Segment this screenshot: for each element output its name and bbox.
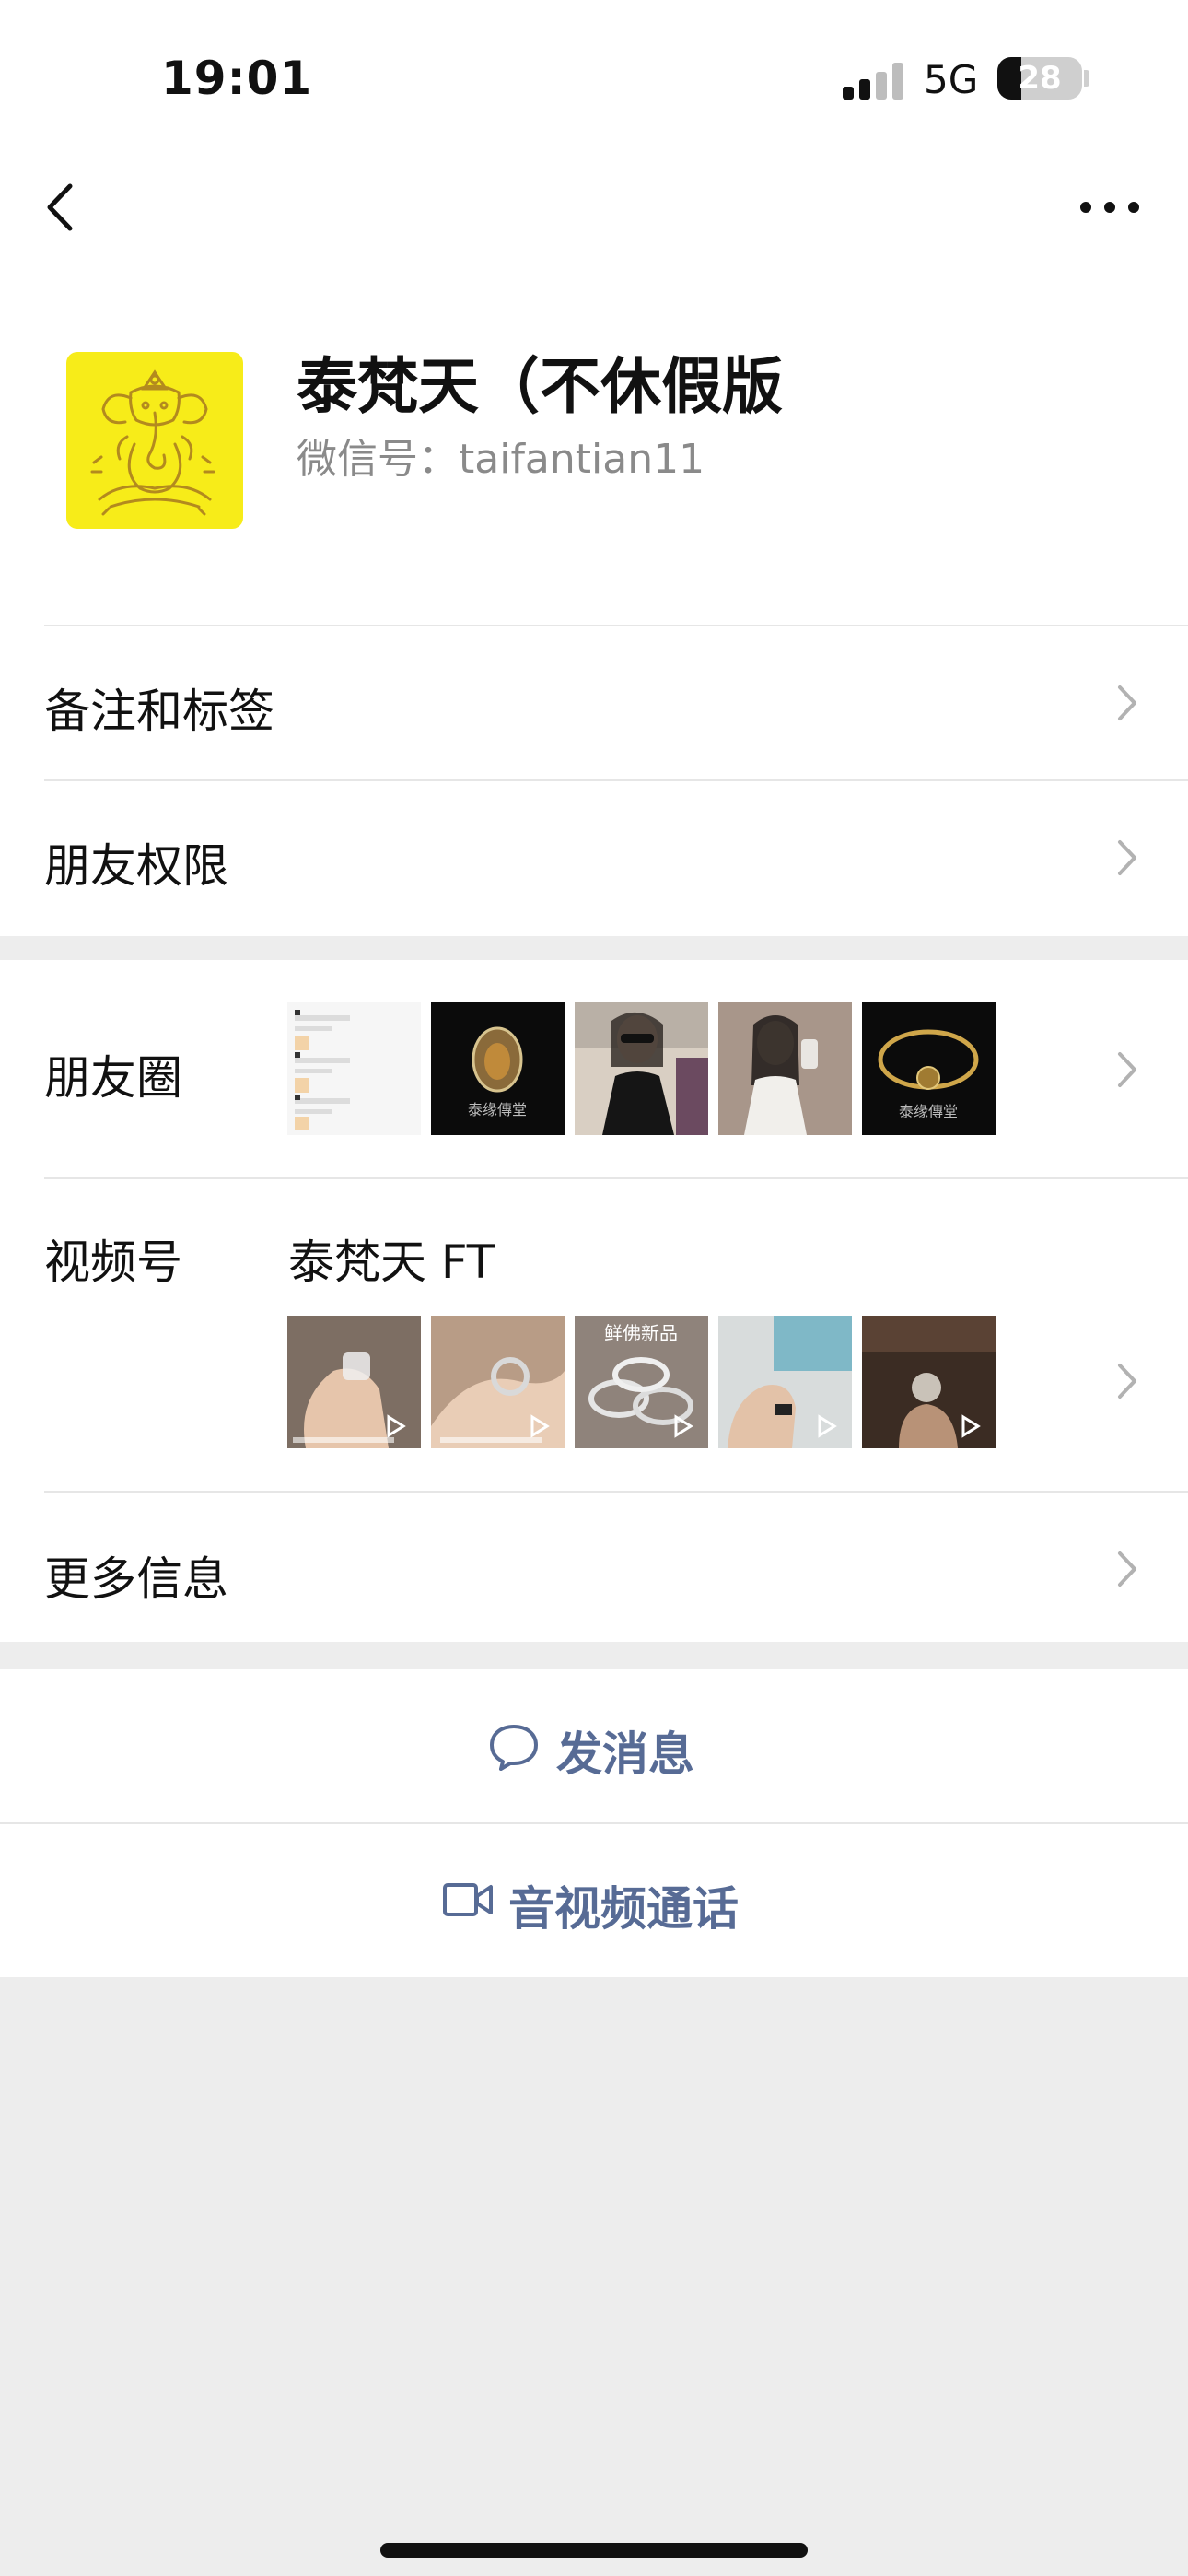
- status-time: 19:01: [161, 52, 313, 105]
- chat-bubble-icon: [490, 1725, 538, 1771]
- channels-thumb[interactable]: [862, 1316, 996, 1448]
- moments-thumb-photo[interactable]: [575, 1002, 708, 1135]
- moments-thumb-amulet[interactable]: 泰缘傳堂: [431, 1002, 565, 1135]
- channels-thumb[interactable]: [431, 1316, 565, 1448]
- moments-thumb-bracelet[interactable]: 泰缘傳堂: [862, 1002, 996, 1135]
- avatar[interactable]: [66, 352, 243, 529]
- svg-text:泰缘傳堂: 泰缘傳堂: [899, 1103, 958, 1120]
- divider: [44, 1177, 1188, 1179]
- divider: [44, 625, 1188, 626]
- battery-tip: [1084, 70, 1089, 87]
- chevron-right-icon[interactable]: [1112, 1548, 1140, 1590]
- wechat-id: 微信号：taifantian11: [297, 436, 705, 483]
- contact-name: 泰梵天（不休假版: [297, 351, 783, 422]
- battery-icon: 28: [997, 57, 1082, 100]
- voice-video-call-label: 音视频通话: [508, 1882, 739, 1936]
- svg-text:泰缘傳堂: 泰缘傳堂: [468, 1101, 527, 1118]
- channels-thumb[interactable]: 鲜佛新品: [575, 1316, 708, 1448]
- send-message-label: 发消息: [556, 1727, 694, 1781]
- chevron-left-icon[interactable]: [37, 175, 92, 240]
- chevron-right-icon[interactable]: [1112, 837, 1140, 879]
- home-indicator[interactable]: [380, 2543, 808, 2558]
- row-friend-permissions[interactable]: 朋友权限: [44, 829, 228, 896]
- network-type: 5G: [924, 57, 979, 102]
- divider: [44, 779, 1188, 781]
- row-moments[interactable]: 朋友圈: [44, 1041, 182, 1107]
- send-message-button[interactable]: 发消息: [0, 1669, 1188, 1822]
- section-gap: [0, 936, 1188, 960]
- chevron-right-icon[interactable]: [1112, 1360, 1140, 1402]
- row-remark-tags[interactable]: 备注和标签: [44, 674, 274, 741]
- chevron-right-icon[interactable]: [1112, 1048, 1140, 1091]
- battery-level: 28: [1018, 60, 1062, 97]
- moments-thumb-selfie[interactable]: [718, 1002, 852, 1135]
- signal-icon: [843, 63, 907, 100]
- divider: [44, 1491, 1188, 1493]
- channels-thumb[interactable]: [718, 1316, 852, 1448]
- voice-video-call-button[interactable]: 音视频通话: [0, 1824, 1188, 1977]
- video-camera-icon: [443, 1883, 493, 1916]
- channels-thumb[interactable]: [287, 1316, 421, 1448]
- row-channels[interactable]: 视频号: [44, 1225, 182, 1292]
- svg-text:鲜佛新品: 鲜佛新品: [604, 1322, 678, 1344]
- chevron-right-icon[interactable]: [1112, 682, 1140, 724]
- moments-thumb-chat[interactable]: [287, 1002, 421, 1135]
- more-dots-icon[interactable]: [1073, 184, 1147, 230]
- channels-name: 泰梵天 FT: [288, 1235, 495, 1289]
- section-gap: [0, 1642, 1188, 1669]
- row-more-info[interactable]: 更多信息: [44, 1542, 228, 1609]
- deity-avatar-icon: [90, 369, 215, 516]
